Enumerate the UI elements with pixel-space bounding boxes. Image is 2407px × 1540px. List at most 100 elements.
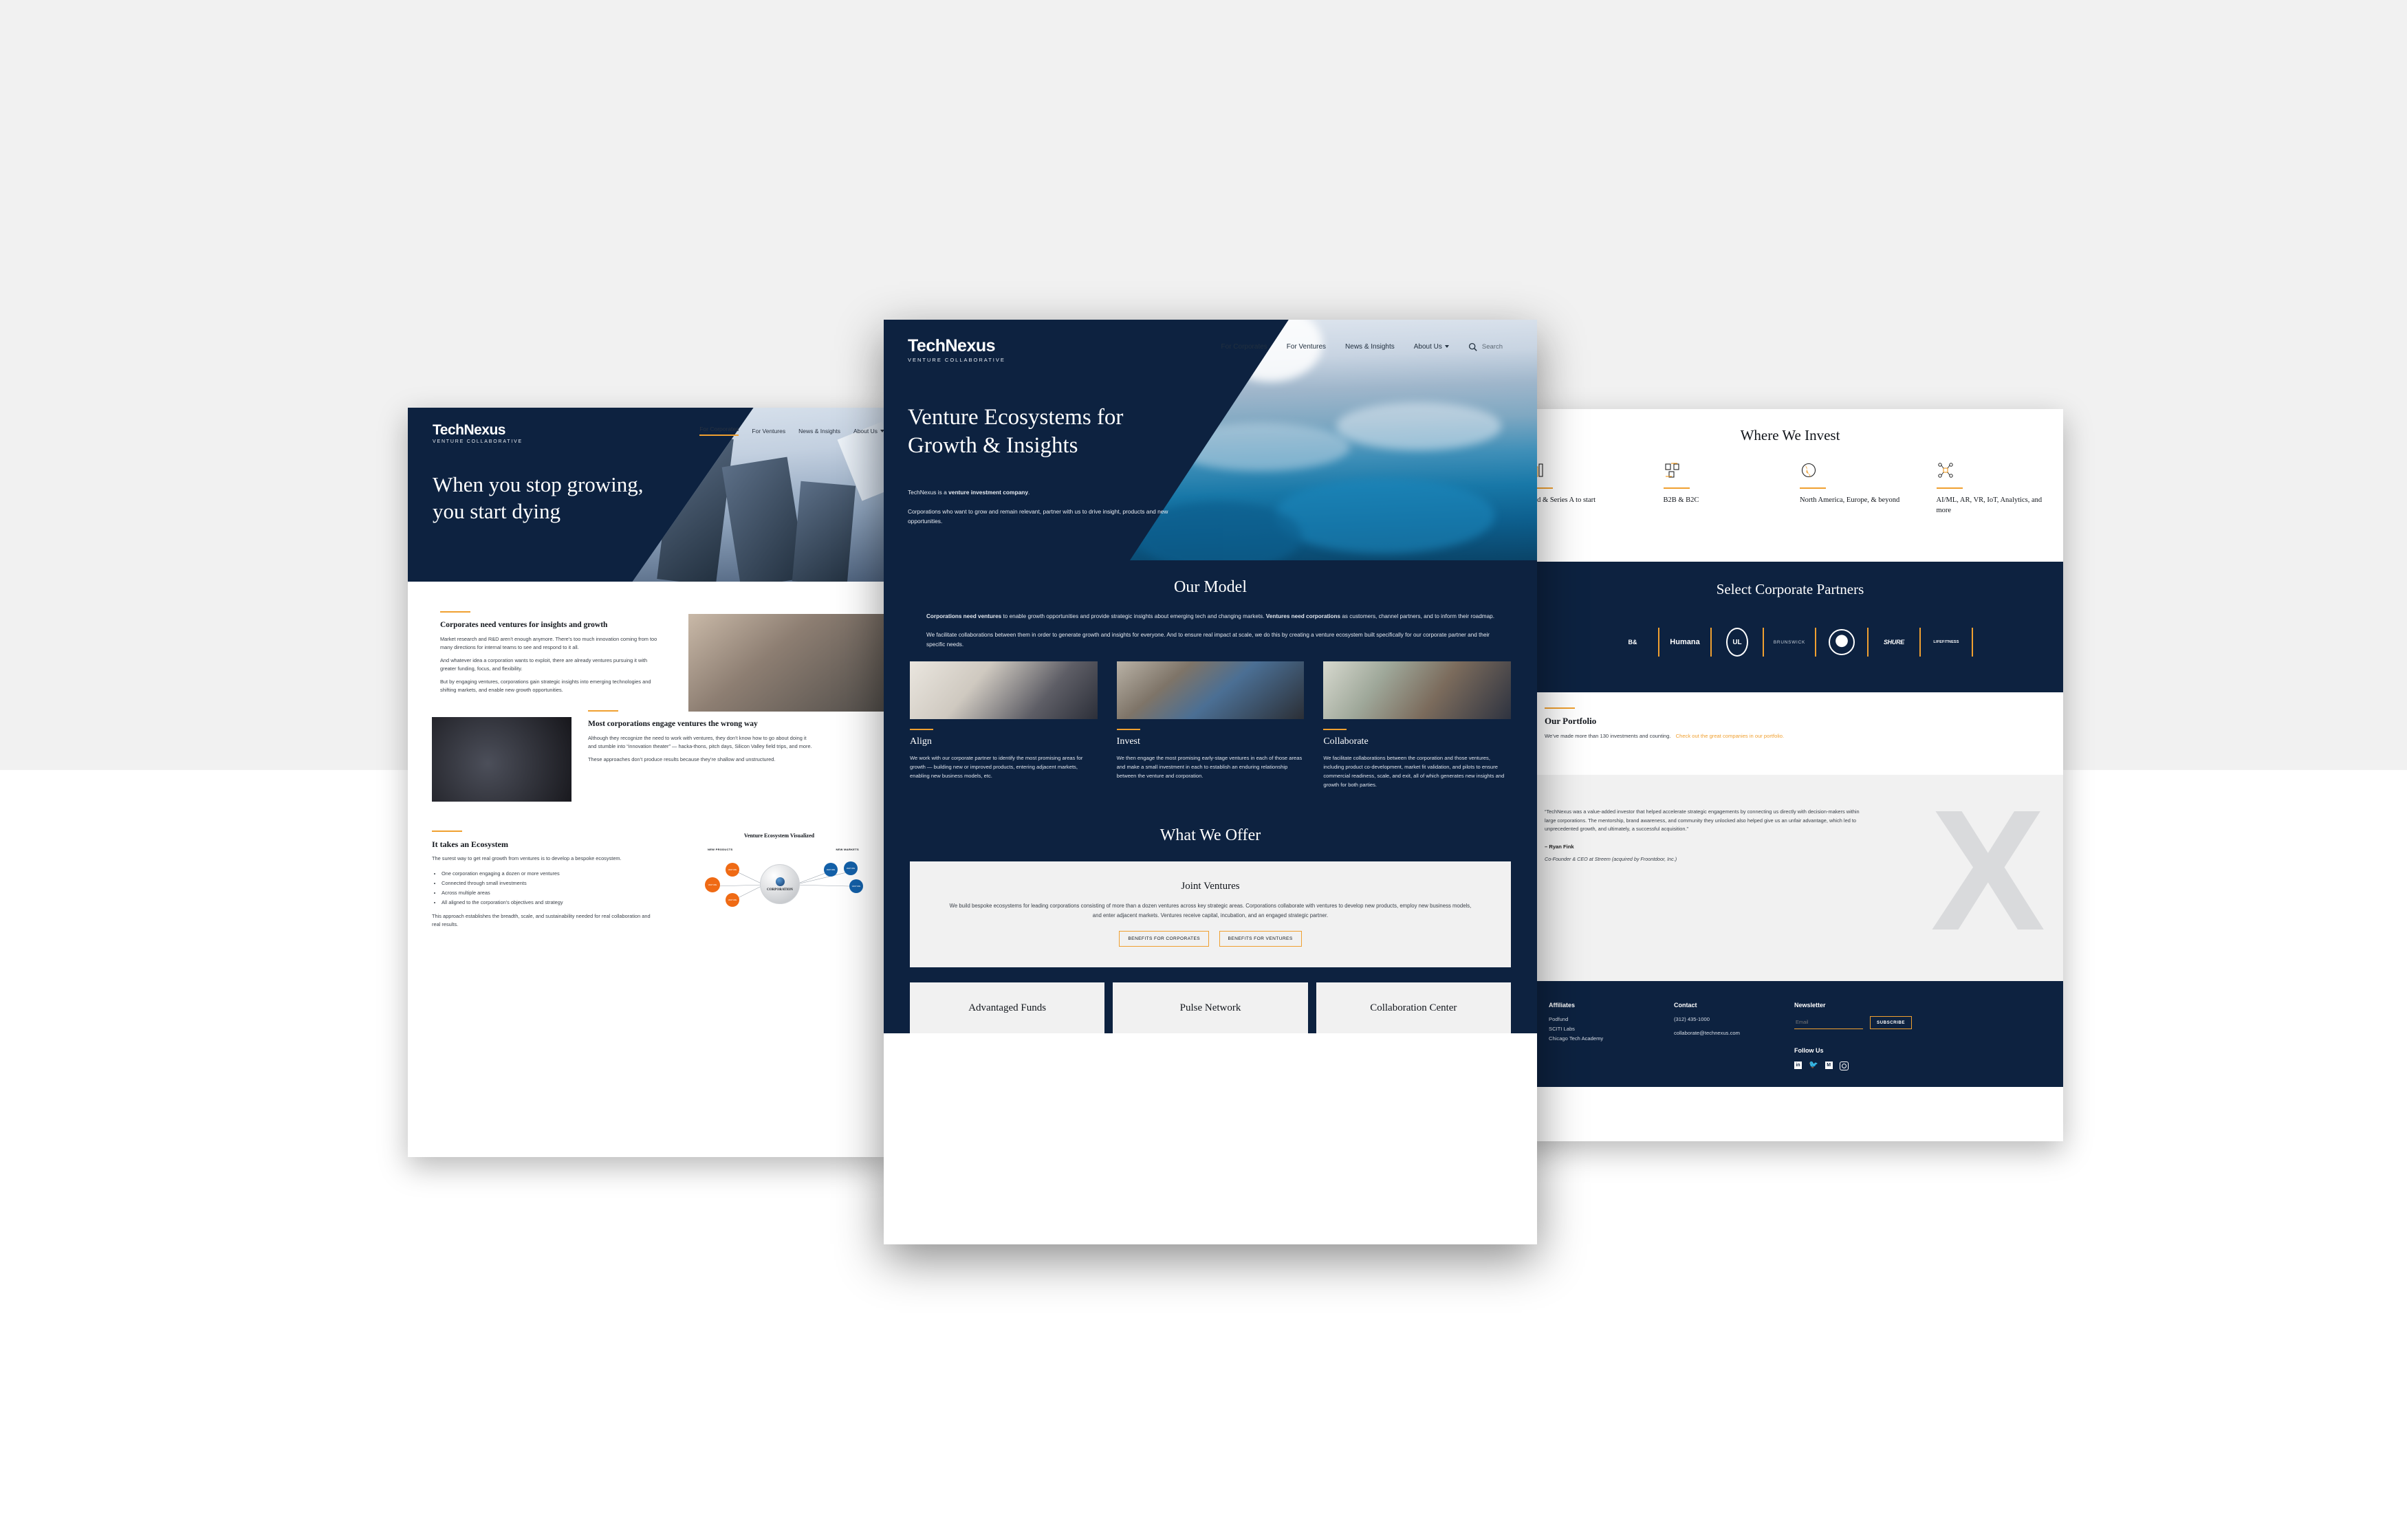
network-nodes-icon: [1937, 459, 2054, 482]
chevron-down-icon: [1444, 345, 1449, 349]
column-body: We work with our corporate partner to id…: [910, 754, 1083, 779]
column-body: We then engage the most promising early-…: [1116, 754, 1303, 779]
nav-item-about-us[interactable]: About Us: [1414, 343, 1449, 351]
benefits-for-corporates-button[interactable]: BENEFITS FOR CORPORATES: [1119, 931, 1210, 947]
instagram-icon[interactable]: [1839, 1062, 1849, 1070]
accent-rule: [1545, 707, 1575, 709]
card-title: Joint Ventures: [1181, 880, 1240, 892]
search-icon: [1468, 342, 1477, 351]
newsletter-email-input[interactable]: [1794, 1016, 1863, 1029]
nav-item-news-insights[interactable]: News & Insights: [1345, 343, 1395, 351]
stage-icon: [1527, 459, 1644, 482]
our-model-section: Our Model Corporations need ventures to …: [884, 560, 1537, 1034]
accent-rule: [588, 710, 618, 712]
nav-item-about-us[interactable]: About Us: [853, 428, 884, 434]
model-column-invest: Invest We then engage the most promising…: [1116, 661, 1305, 789]
footer-heading: Contact: [1674, 1002, 1697, 1009]
diagram-title: Venture Ecosystem Visualized: [743, 833, 815, 839]
portfolio-link[interactable]: Check out the great companies in our por…: [1676, 733, 1784, 739]
invest-columns: Seed & Series A to start B2B & B2C North…: [1517, 459, 2063, 516]
mini-card-pulse-network[interactable]: Pulse Network: [1113, 982, 1308, 1034]
center-nav[interactable]: For Corporates For Ventures News & Insig…: [1221, 342, 1503, 351]
right-page-screenshot[interactable]: Where We Invest Seed & Series A to start…: [1517, 409, 2063, 1141]
search-box[interactable]: Search: [1468, 342, 1503, 351]
joint-ventures-card: Joint Ventures We build bespoke ecosyste…: [910, 861, 1511, 968]
mini-card-collaboration-center[interactable]: Collaboration Center: [1316, 982, 1511, 1034]
column-title: Invest: [1116, 736, 1140, 747]
venture-node: VENTURE: [824, 863, 838, 877]
model-columns: Align We work with our corporate partner…: [884, 661, 1537, 789]
where-we-invest-section: Where We Invest Seed & Series A to start…: [1517, 409, 2063, 562]
venture-node: VENTURE: [726, 863, 739, 877]
hero-sub: Corporations who want to grow and remain…: [908, 507, 1168, 525]
column-title: Collaborate: [1323, 736, 1369, 747]
mini-card-advantaged-funds[interactable]: Advantaged Funds: [910, 982, 1105, 1034]
contact-phone[interactable]: (312) 435-1000: [1674, 1016, 1794, 1022]
testimonial-section: X “TechNexus was a value-added investor …: [1517, 775, 2063, 981]
logo-wordmark: TechNexus: [433, 422, 506, 438]
column-title: Align: [910, 736, 932, 747]
footer-link[interactable]: SCITI Labs: [1549, 1026, 1674, 1032]
invest-label: North America, Europe, & beyond: [1800, 496, 1900, 504]
accent-rule: [1663, 487, 1690, 489]
model-paragraph-2: We facilitate collaborations between the…: [926, 631, 1490, 648]
footer-link[interactable]: Chicago Tech Academy: [1549, 1035, 1674, 1042]
subscribe-button[interactable]: SUBSCRIBE: [1870, 1016, 1912, 1029]
accent-rule: [1800, 487, 1826, 489]
nav-item-news-insights[interactable]: News & Insights: [798, 428, 840, 434]
section-paragraph: And whatever idea a corporation wants to…: [440, 657, 648, 672]
invest-column: B2B & B2C: [1654, 459, 1791, 516]
partner-logo: BRUNSWICK: [1773, 639, 1806, 645]
accent-rule: [432, 830, 462, 832]
column-body: We facilitate collaborations between the…: [1323, 754, 1505, 788]
venture-node: VENTURE: [726, 893, 739, 907]
section-paragraph: The surest way to get real growth from v…: [432, 855, 622, 861]
nav-item-for-corporates[interactable]: For Corporates: [1221, 343, 1267, 351]
footer-newsletter: Newsletter SUBSCRIBE Follow Us in 🐦 M: [1794, 1002, 2032, 1070]
lead-bold: venture investment company: [948, 489, 1029, 496]
section-paragraph: Market research and R&D aren’t enough an…: [440, 636, 657, 651]
section-paragraph: Although they recognize the need to work…: [588, 735, 812, 750]
footer-link[interactable]: Podfund: [1549, 1016, 1674, 1022]
benefits-for-ventures-button[interactable]: BENEFITS FOR VENTURES: [1219, 931, 1302, 947]
linkedin-icon[interactable]: in: [1794, 1062, 1802, 1069]
corporation-node: CORPORATION: [760, 864, 800, 904]
lead-suffix: .: [1028, 489, 1030, 496]
center-page-screenshot[interactable]: TechNexus VENTURE COLLABORATIVE For Corp…: [884, 320, 1537, 1244]
nav-item-for-ventures[interactable]: For Ventures: [1287, 343, 1326, 351]
left-logo[interactable]: TechNexus VENTURE COLLABORATIVE: [433, 423, 523, 444]
footer-contact: Contact (312) 435-1000 collaborate@techn…: [1674, 1002, 1794, 1070]
list-item: Across multiple areas: [442, 888, 651, 898]
search-placeholder: Search: [1481, 343, 1503, 351]
section-heading: Where We Invest: [1740, 427, 1840, 443]
center-logo[interactable]: TechNexus VENTURE COLLABORATIVE: [908, 338, 1005, 364]
invest-column: AI/ML, AR, VR, IoT, Analytics, and more: [1927, 459, 2064, 516]
logo-divider: [1972, 628, 1973, 657]
left-page-screenshot[interactable]: TechNexus VENTURE COLLABORATIVE For Corp…: [408, 408, 893, 1157]
select-corporate-partners-section: Select Corporate Partners B& Humana UL B…: [1517, 562, 2063, 692]
nav-item-for-corporates[interactable]: For Corporates: [699, 426, 739, 436]
invest-column: Seed & Series A to start: [1517, 459, 1654, 516]
left-hero: TechNexus VENTURE COLLABORATIVE For Corp…: [408, 408, 893, 582]
left-nav[interactable]: For Corporates For Ventures News & Insig…: [699, 426, 884, 436]
medium-icon[interactable]: M: [1825, 1062, 1833, 1069]
list-item: One corporation engaging a dozen or more…: [442, 869, 651, 879]
accent-rule: [910, 728, 933, 730]
accent-rule: [1116, 728, 1140, 730]
invest-label: AI/ML, AR, VR, IoT, Analytics, and more: [1936, 496, 2043, 514]
testimonial-role: Co-Founder & CEO at Streem (acquired by …: [1545, 856, 1677, 863]
nav-item-for-ventures[interactable]: For Ventures: [752, 428, 785, 434]
left-section-2: Most corporations engage ventures the wr…: [588, 710, 815, 764]
left-hero-title: When you stop growing, you start dying: [433, 472, 644, 524]
logo-tagline: VENTURE COLLABORATIVE: [908, 357, 1005, 363]
contact-email[interactable]: collaborate@technexus.com: [1674, 1030, 1794, 1036]
section-heading: Corporates need ventures for insights an…: [440, 621, 608, 629]
model-column-collaborate: Collaborate We facilitate collaborations…: [1323, 661, 1512, 789]
model-paragraph-1: Corporations need ventures to enable gro…: [926, 613, 1494, 619]
lead-prefix: TechNexus is a: [908, 489, 949, 496]
left-section-1: Corporates need ventures for insights an…: [440, 611, 660, 694]
sticky-notes-photo: [1323, 661, 1512, 719]
twitter-icon[interactable]: 🐦: [1809, 1062, 1818, 1070]
logo-tagline: VENTURE COLLABORATIVE: [433, 439, 523, 444]
invest-label: Seed & Series A to start: [1527, 496, 1596, 504]
